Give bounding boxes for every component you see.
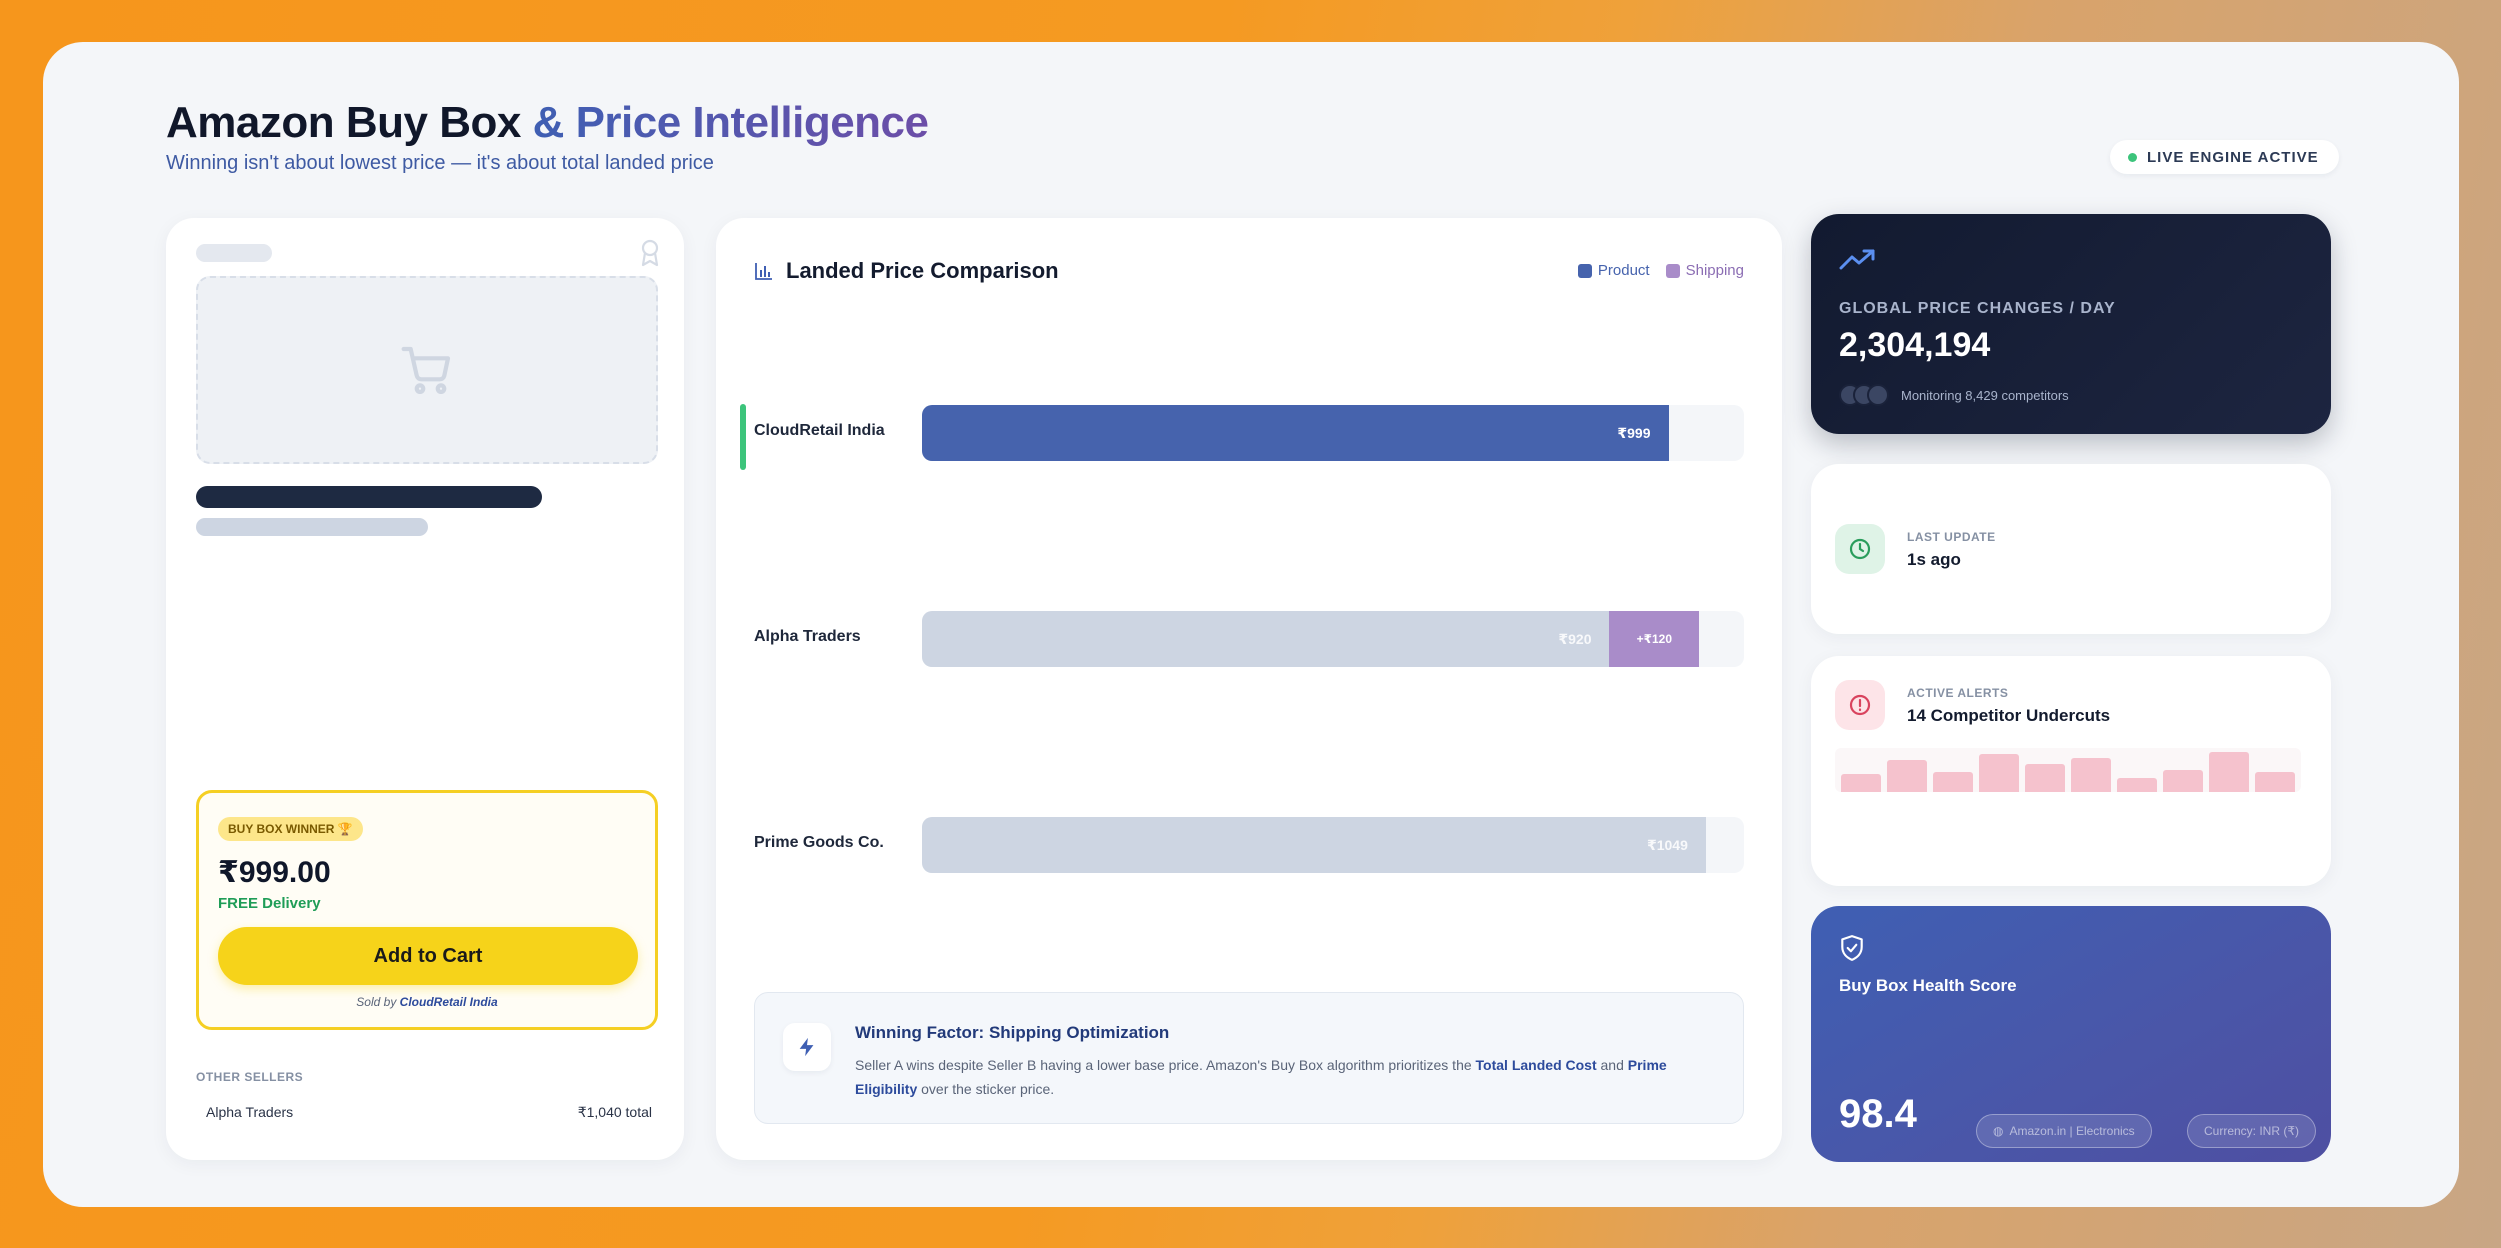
- monitoring-count: Monitoring 8,429 competitors: [1901, 388, 2069, 403]
- title-accent: & Price Intelligence: [532, 98, 929, 147]
- sparkline-bar: [1841, 774, 1881, 792]
- factor-emphasis: Total Landed Cost: [1475, 1057, 1597, 1073]
- add-to-cart-button[interactable]: Add to Cart: [218, 927, 638, 985]
- skeleton-pill: [196, 244, 272, 262]
- global-price-value: 2,304,194: [1839, 326, 1991, 364]
- sparkline-bar: [1887, 760, 1927, 792]
- winner-price: ₹999.00: [218, 856, 331, 889]
- sparkline-bar: [1933, 772, 1973, 792]
- currency-label: Currency: INR (₹): [2204, 1124, 2299, 1138]
- factor-text-part: Seller A wins despite Seller B having a …: [855, 1057, 1476, 1073]
- clock-icon: [1835, 524, 1885, 574]
- skeleton-subtitle-bar: [196, 518, 428, 536]
- shield-check-icon: [1841, 935, 1863, 961]
- winning-factor-description: Seller A wins despite Seller B having a …: [855, 1053, 1695, 1101]
- last-update-value: 1s ago: [1907, 550, 1961, 569]
- product-price-bar[interactable]: ₹1049: [922, 817, 1706, 873]
- live-status-label: LIVE ENGINE ACTIVE: [2147, 148, 2319, 166]
- health-score-value: 98.4: [1839, 1092, 1917, 1136]
- legend-swatch-product: [1577, 263, 1592, 278]
- comparison-title-text: Landed Price Comparison: [786, 258, 1059, 283]
- product-price-bar[interactable]: ₹920: [922, 611, 1610, 667]
- sparkline-bar: [2255, 772, 2295, 792]
- price-bar-track: ₹1049: [922, 817, 1744, 873]
- active-alerts-label: ACTIVE ALERTS: [1907, 686, 2009, 700]
- sparkline-bar: [2117, 778, 2157, 792]
- marketplace-label: Amazon.in | Electronics: [2009, 1124, 2135, 1138]
- winning-factor-title: Winning Factor: Shipping Optimization: [855, 1023, 1170, 1042]
- sold-by-prefix: Sold by: [356, 995, 397, 1009]
- legend-label-product: Product: [1597, 262, 1650, 279]
- legend-label-shipping: Shipping: [1685, 262, 1744, 279]
- product-image-placeholder: [196, 276, 658, 464]
- trending-up-icon: [1839, 249, 1875, 270]
- sold-by-seller[interactable]: CloudRetail India: [400, 995, 498, 1009]
- currency-chip[interactable]: Currency: INR (₹): [2187, 1114, 2316, 1148]
- factor-text-part: over the sticker price.: [917, 1081, 1055, 1097]
- avatar: [1867, 384, 1889, 406]
- globe-icon: ◍: [1993, 1124, 2004, 1138]
- sparkline-bar: [2163, 770, 2203, 792]
- other-sellers-label: OTHER SELLERS: [196, 1070, 304, 1084]
- alerts-sparkline: [1835, 748, 2301, 792]
- last-update-label: LAST UPDATE: [1907, 530, 1996, 544]
- delivery-info: FREE Delivery: [218, 895, 321, 912]
- alert-icon: [1835, 680, 1885, 730]
- seller-label: Prime Goods Co.: [754, 834, 884, 851]
- winner-indicator: [740, 404, 746, 470]
- buy-box-winner-badge: BUY BOX WINNER 🏆: [218, 817, 363, 841]
- lightning-icon: [783, 1023, 831, 1071]
- product-price-label: ₹920: [1558, 630, 1592, 647]
- skeleton-title-bar: [196, 486, 542, 508]
- shipping-price-label: +₹120: [1636, 632, 1673, 646]
- chart-legend: Product Shipping: [1577, 262, 1744, 279]
- global-price-label: GLOBAL PRICE CHANGES / DAY: [1839, 300, 2116, 317]
- health-score-label: Buy Box Health Score: [1839, 976, 2017, 995]
- sparkline-bar: [1979, 754, 2019, 792]
- product-price-bar[interactable]: ₹999: [922, 405, 1669, 461]
- factor-text-part: and: [1596, 1057, 1628, 1073]
- live-dot-icon: [2128, 152, 2137, 162]
- shipping-price-bar[interactable]: +₹120: [1609, 611, 1700, 667]
- price-bar-track: ₹999: [922, 405, 1744, 461]
- cart-icon: [401, 346, 451, 395]
- page-header: Amazon Buy Box & Price Intelligence Winn…: [166, 98, 929, 175]
- sold-by-line: Sold by CloudRetail India: [199, 995, 655, 1009]
- product-price-label: ₹1049: [1646, 836, 1688, 853]
- legend-item-product: Product: [1577, 262, 1650, 279]
- legend-item-shipping: Shipping: [1665, 262, 1744, 279]
- winning-factor-panel: Winning Factor: Shipping Optimization Se…: [754, 992, 1744, 1124]
- title-main: Amazon Buy Box: [166, 98, 521, 147]
- sparkline-bar: [2025, 764, 2065, 792]
- active-alerts-card: ACTIVE ALERTS 14 Competitor Undercuts: [1811, 656, 2331, 886]
- seller-label: CloudRetail India: [754, 422, 885, 439]
- page-title: Amazon Buy Box & Price Intelligence: [166, 98, 929, 148]
- buy-box-winner-panel: BUY BOX WINNER 🏆 ₹999.00 FREE Delivery A…: [196, 790, 658, 1030]
- active-alerts-value: 14 Competitor Undercuts: [1907, 706, 2111, 725]
- legend-swatch-shipping: [1665, 263, 1680, 278]
- sparkline-bar: [2071, 758, 2111, 792]
- buy-box-health-card: Buy Box Health Score 98.4 ◍ Amazon.in | …: [1811, 906, 2331, 1162]
- comparison-title: Landed Price Comparison: [754, 258, 1059, 284]
- other-seller-name: Alpha Traders: [206, 1104, 294, 1120]
- seller-label: Alpha Traders: [754, 628, 861, 645]
- page-subtitle: Winning isn't about lowest price — it's …: [166, 152, 714, 174]
- price-bar-track: ₹920 +₹120: [922, 611, 1744, 667]
- product-card: BUY BOX WINNER 🏆 ₹999.00 FREE Delivery A…: [166, 218, 684, 1160]
- product-price-label: ₹999: [1617, 424, 1651, 441]
- global-price-changes-card: GLOBAL PRICE CHANGES / DAY 2,304,194 Mon…: [1811, 214, 2331, 434]
- award-icon: [641, 239, 659, 267]
- last-update-card: LAST UPDATE 1s ago: [1811, 464, 2331, 634]
- competitor-avatars: [1839, 384, 1889, 406]
- other-seller-price: ₹1,040 total: [577, 1104, 652, 1120]
- marketplace-chip[interactable]: ◍ Amazon.in | Electronics: [1976, 1114, 2152, 1148]
- live-status-badge: LIVE ENGINE ACTIVE: [2110, 140, 2339, 174]
- bar-chart-icon: [755, 263, 772, 280]
- other-seller-row[interactable]: Alpha Traders ₹1,040 total: [206, 1104, 652, 1121]
- sparkline-bar: [2209, 752, 2249, 792]
- landed-price-card: Landed Price Comparison Product Shipping…: [716, 218, 1782, 1160]
